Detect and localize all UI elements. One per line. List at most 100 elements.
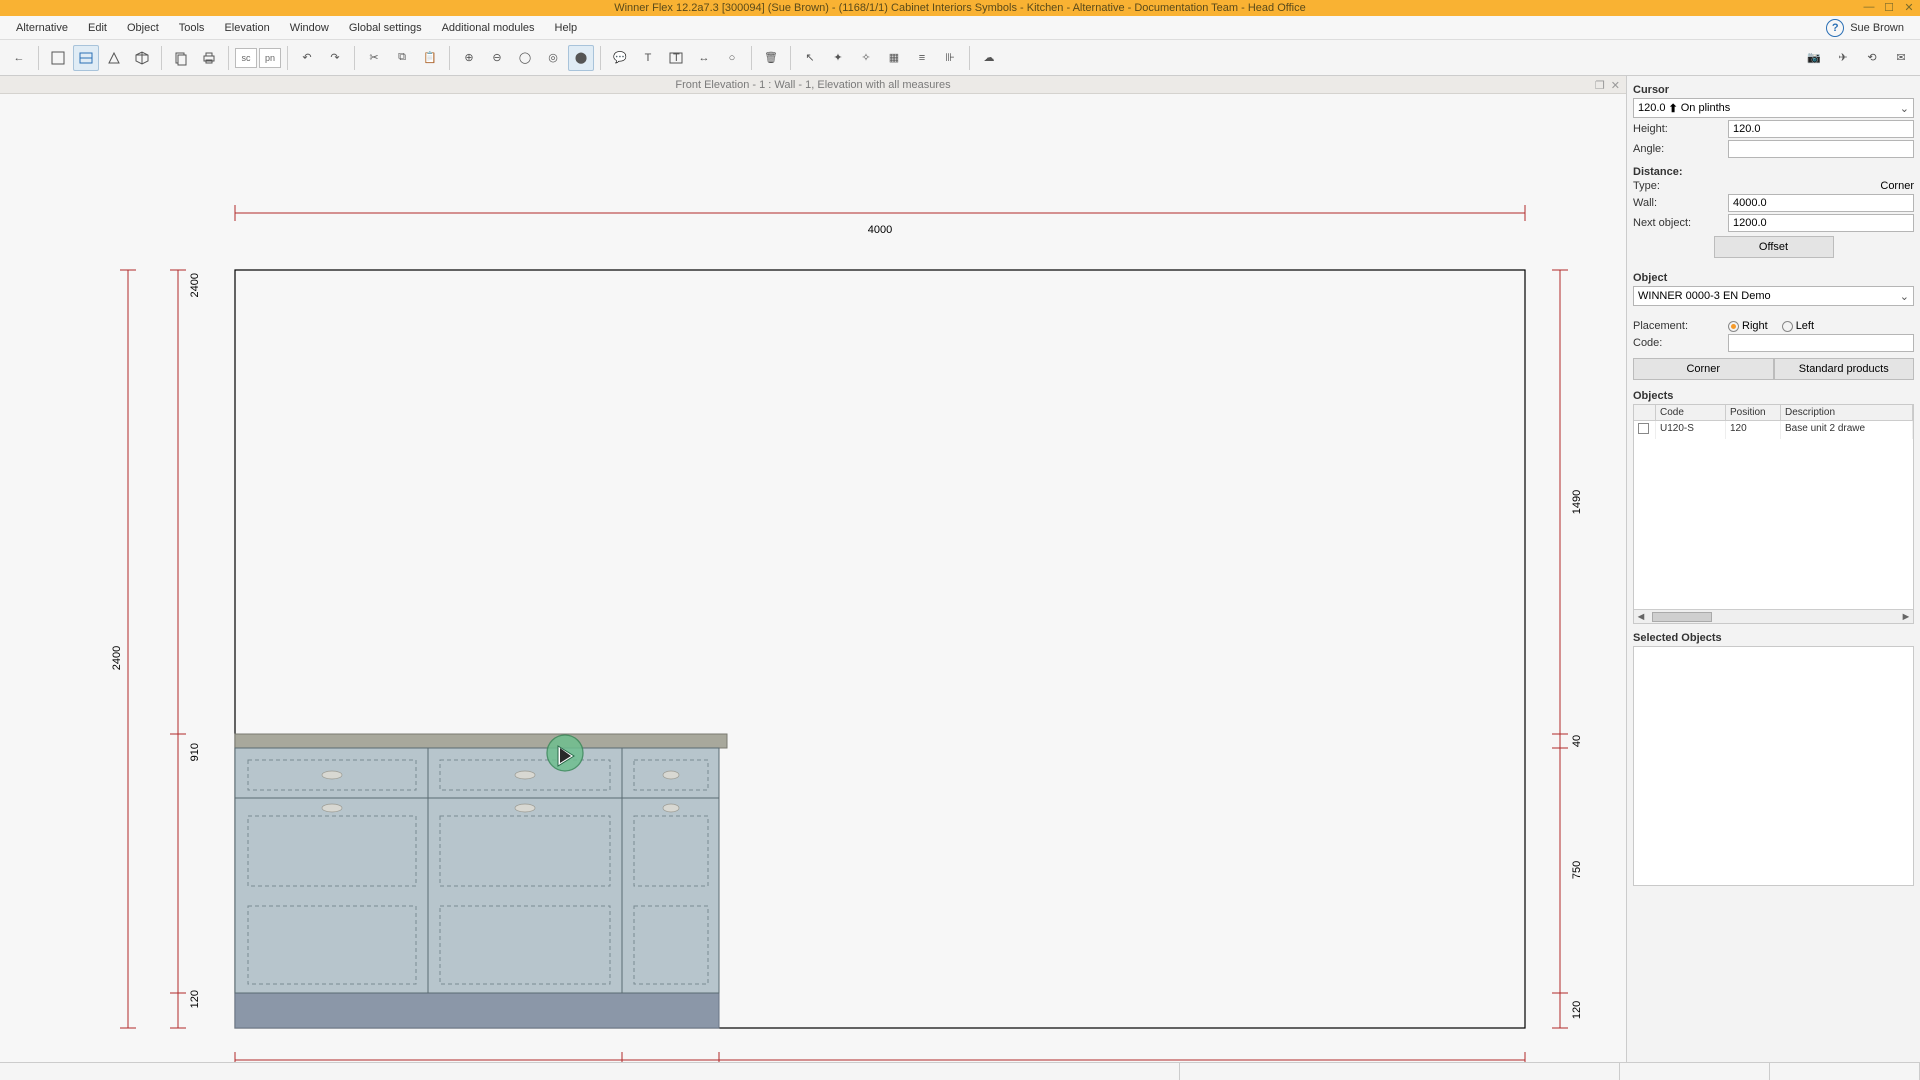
delete-icon[interactable]: 🗑 — [758, 45, 784, 71]
scroll-right-icon[interactable]: ► — [1899, 611, 1913, 623]
placement-left-radio[interactable]: Left — [1782, 320, 1814, 332]
object-catalog-select[interactable]: WINNER 0000-3 EN Demo ⌄ — [1633, 286, 1914, 306]
menu-window[interactable]: Window — [280, 19, 339, 37]
zoom-fit-icon[interactable]: ◎ — [540, 45, 566, 71]
snap-icon[interactable]: ✦ — [825, 45, 851, 71]
menu-edit[interactable]: Edit — [78, 19, 117, 37]
selected-objects-label: Selected Objects — [1633, 632, 1914, 644]
wall-label: Wall: — [1633, 197, 1728, 209]
standard-products-button[interactable]: Standard products — [1774, 358, 1915, 380]
dim-left-upper: 2400 — [189, 273, 201, 297]
scale-sc-box[interactable]: sc — [235, 48, 257, 68]
scale-pn-box[interactable]: pn — [259, 48, 281, 68]
copy2-icon[interactable]: ⧉ — [389, 45, 415, 71]
dim-right-120: 120 — [1571, 1001, 1583, 1019]
header-position[interactable]: Position — [1726, 405, 1781, 420]
render-icon[interactable]: ☁ — [976, 45, 1002, 71]
zoom-window-icon[interactable]: ◯ — [512, 45, 538, 71]
angle-label: Angle: — [1633, 143, 1728, 155]
menu-additional-modules[interactable]: Additional modules — [432, 19, 545, 37]
objects-section-label: Objects — [1633, 390, 1914, 402]
menu-object[interactable]: Object — [117, 19, 169, 37]
align2-icon[interactable]: ⊪ — [937, 45, 963, 71]
wall-input[interactable] — [1728, 194, 1914, 212]
header-description[interactable]: Description — [1781, 405, 1913, 420]
tool-elevation-icon[interactable] — [73, 45, 99, 71]
object-catalog-value: WINNER 0000-3 EN Demo — [1638, 290, 1771, 302]
properties-panel: Cursor 120.0 ⬆ On plinths ⌄ Height: Angl… — [1626, 76, 1920, 1062]
row-code: U120-S — [1656, 421, 1726, 439]
tool-3d-icon[interactable] — [129, 45, 155, 71]
zoom-extents-icon[interactable]: ⬤ — [568, 45, 594, 71]
help-icon[interactable]: ? — [1826, 19, 1844, 37]
cut-icon[interactable]: ✂ — [361, 45, 387, 71]
zoom-in-icon[interactable]: ⊕ — [456, 45, 482, 71]
menu-alternative[interactable]: Alternative — [6, 19, 78, 37]
code-input[interactable] — [1728, 334, 1914, 352]
circle-icon[interactable]: ○ — [719, 45, 745, 71]
table-row[interactable]: U120-S 120 Base unit 2 drawe — [1634, 421, 1913, 439]
share-icon[interactable]: ⟲ — [1859, 45, 1885, 71]
text-icon[interactable]: T — [635, 45, 661, 71]
view-restore-icon[interactable]: ❐ — [1595, 77, 1605, 95]
menu-tools[interactable]: Tools — [169, 19, 215, 37]
menu-help[interactable]: Help — [545, 19, 588, 37]
code-label: Code: — [1633, 337, 1728, 349]
cursor-section-label: Cursor — [1633, 84, 1914, 96]
cursor-value-text: On plinths — [1681, 102, 1731, 114]
drawing-canvas[interactable]: 4000 2400 2400 910 120 1490 — [0, 94, 1626, 1062]
menu-elevation[interactable]: Elevation — [214, 19, 279, 37]
next-object-input[interactable] — [1728, 214, 1914, 232]
close-icon[interactable]: ✕ — [1902, 0, 1916, 14]
main-toolbar: ← sc pn ↶ ↷ ✂ ⧉ 📋 ⊕ ⊖ ◯ ◎ ⬤ 💬 T T ↔ ○ 🗑 … — [0, 40, 1920, 76]
next-object-label: Next object: — [1633, 217, 1728, 229]
selected-objects-list[interactable] — [1633, 646, 1914, 886]
tool-perspective-icon[interactable] — [101, 45, 127, 71]
back-icon[interactable]: ← — [6, 45, 32, 71]
angle-input[interactable] — [1728, 140, 1914, 158]
align-icon[interactable]: ≡ — [909, 45, 935, 71]
send-icon[interactable]: ✈ — [1830, 45, 1856, 71]
dim-right-40: 40 — [1571, 735, 1583, 747]
row-checkbox[interactable] — [1638, 423, 1649, 434]
distance-section-label: Distance: — [1633, 166, 1914, 178]
redo-icon[interactable]: ↷ — [322, 45, 348, 71]
select-icon[interactable]: ↖ — [797, 45, 823, 71]
height-label: Height: — [1633, 123, 1728, 135]
placement-right-radio[interactable]: Right — [1728, 320, 1768, 332]
scroll-thumb[interactable] — [1652, 612, 1712, 622]
zoom-out-icon[interactable]: ⊖ — [484, 45, 510, 71]
menu-global-settings[interactable]: Global settings — [339, 19, 432, 37]
tool-plan-icon[interactable] — [45, 45, 71, 71]
camera-icon[interactable]: 📷 — [1801, 45, 1827, 71]
note-icon[interactable]: 💬 — [607, 45, 633, 71]
mail-icon[interactable]: ✉ — [1888, 45, 1914, 71]
corner-button[interactable]: Corner — [1633, 358, 1774, 380]
offset-button[interactable]: Offset — [1714, 236, 1834, 258]
cursor-value-num: 120.0 — [1638, 102, 1666, 114]
text-frame-icon[interactable]: T — [663, 45, 689, 71]
cursor-select[interactable]: 120.0 ⬆ On plinths ⌄ — [1633, 98, 1914, 118]
dim-right-750: 750 — [1571, 861, 1583, 879]
height-input[interactable] — [1728, 120, 1914, 138]
type-label: Type: — [1633, 180, 1728, 192]
scroll-left-icon[interactable]: ◄ — [1634, 611, 1648, 623]
radio-icon — [1782, 321, 1793, 332]
view-title: Front Elevation - 1 : Wall - 1, Elevatio… — [675, 79, 950, 91]
header-code[interactable]: Code — [1656, 405, 1726, 420]
tool-print-icon[interactable] — [196, 45, 222, 71]
dimension-icon[interactable]: ↔ — [691, 45, 717, 71]
type-value: Corner — [1728, 180, 1914, 192]
paste-icon[interactable]: 📋 — [417, 45, 443, 71]
maximize-icon[interactable]: ☐ — [1882, 0, 1896, 14]
row-description: Base unit 2 drawe — [1781, 421, 1913, 439]
tool-copy-icon[interactable] — [168, 45, 194, 71]
minimize-icon[interactable]: — — [1862, 0, 1876, 14]
view-close-icon[interactable]: ✕ — [1611, 77, 1620, 95]
table-hscroll[interactable]: ◄ ► — [1634, 609, 1913, 623]
menubar: Alternative Edit Object Tools Elevation … — [0, 16, 1920, 40]
svg-text:T: T — [673, 52, 680, 64]
grid-icon[interactable]: ▦ — [881, 45, 907, 71]
undo-icon[interactable]: ↶ — [294, 45, 320, 71]
snap2-icon[interactable]: ✧ — [853, 45, 879, 71]
